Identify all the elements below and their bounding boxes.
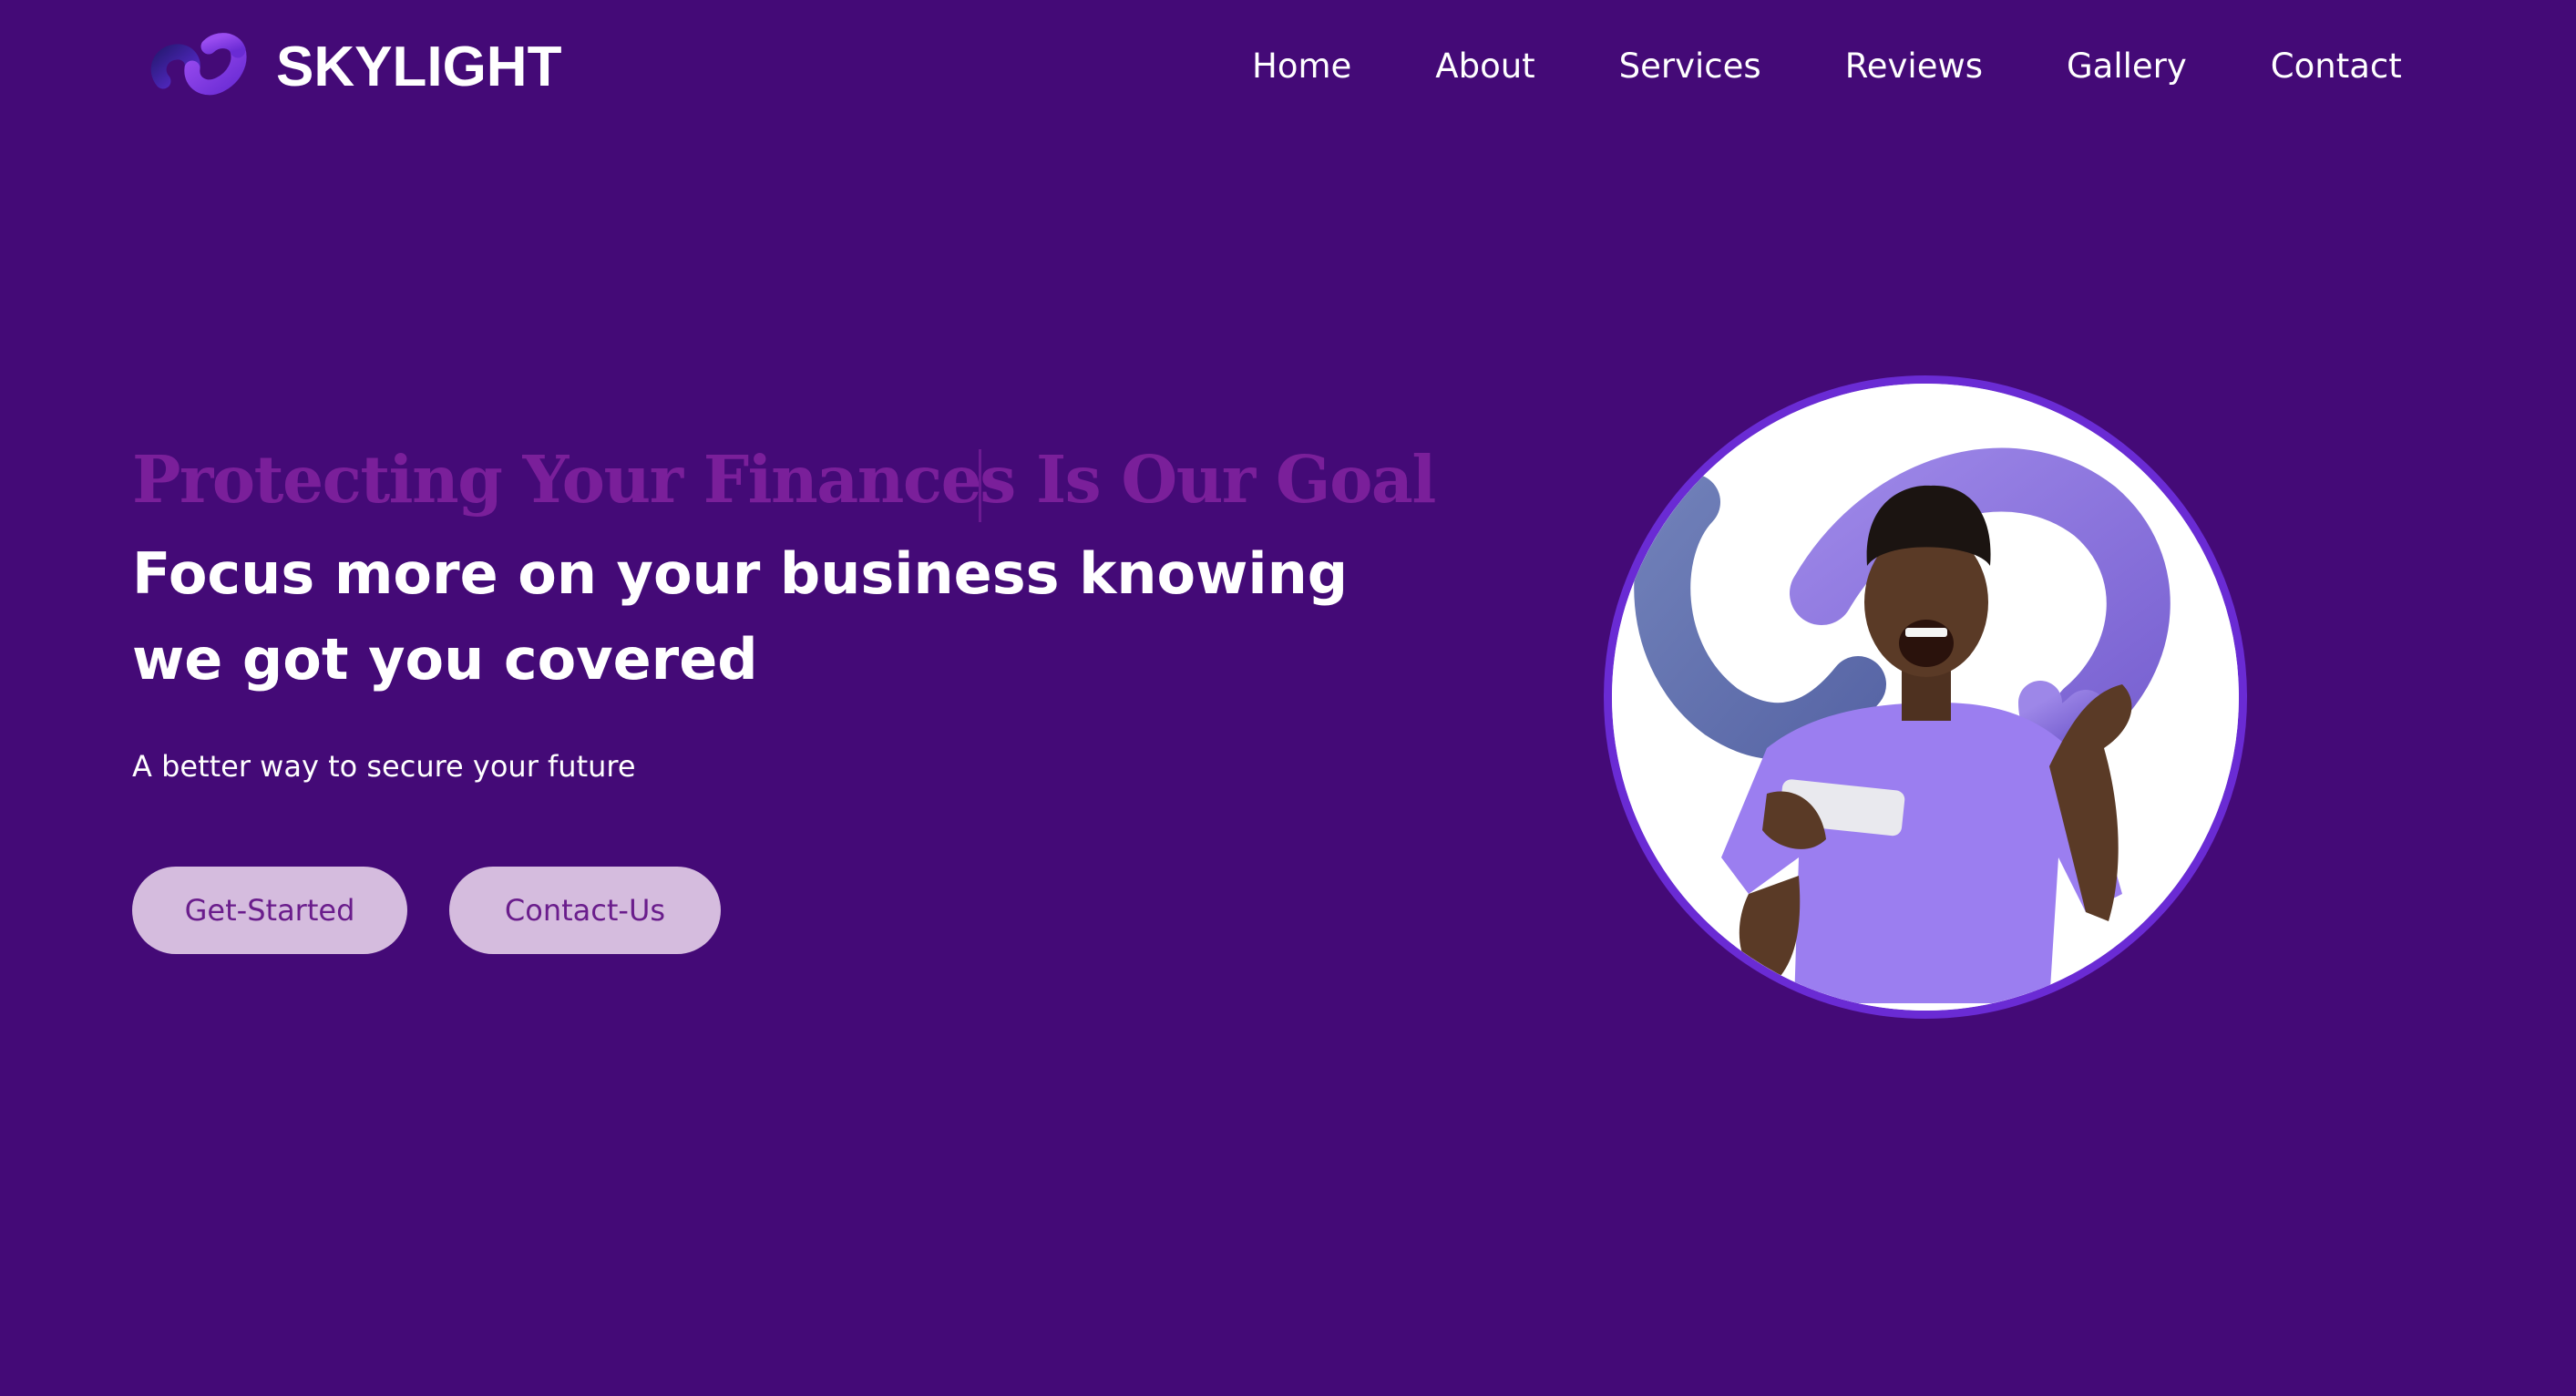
brand-name: SKYLIGHT: [276, 35, 562, 98]
nav-home[interactable]: Home: [1252, 46, 1351, 86]
hero-headline: Focus more on your business knowing we g…: [132, 540, 1349, 693]
brand[interactable]: SKYLIGHT: [150, 26, 561, 108]
nav-contact[interactable]: Contact: [2271, 46, 2402, 86]
tagline-text-after-caret: s Is Our Goal: [980, 441, 1436, 518]
site-header: SKYLIGHT Home About Services Reviews Gal…: [0, 0, 2576, 132]
nav-about[interactable]: About: [1435, 46, 1534, 86]
hero-tagline: Protecting Your Finances Is Our Goal: [132, 436, 1436, 523]
excited-man-with-phone-image: [1612, 384, 2239, 1011]
nav-services[interactable]: Services: [1619, 46, 1761, 86]
main-nav: Home About Services Reviews Gallery Cont…: [1252, 36, 2402, 95]
contact-us-button[interactable]: Contact-Us: [449, 867, 721, 954]
tagline-text-before-caret: Protecting Your Finance: [132, 441, 982, 518]
hero-image: [1604, 375, 2247, 1019]
hero-subtitle: A better way to secure your future: [132, 749, 636, 784]
get-started-button[interactable]: Get-Started: [132, 867, 407, 954]
nav-reviews[interactable]: Reviews: [1845, 46, 1983, 86]
nav-gallery[interactable]: Gallery: [2067, 46, 2187, 86]
chain-link-icon: [150, 33, 247, 96]
